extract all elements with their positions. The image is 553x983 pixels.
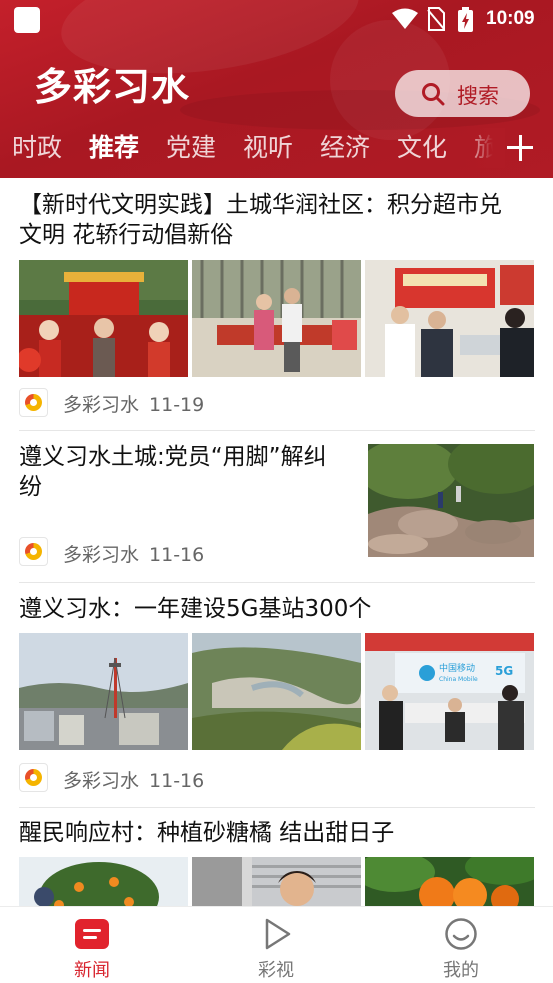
wifi-icon <box>392 8 418 29</box>
nav-profile-label: 我的 <box>443 960 479 981</box>
source-logo-icon <box>19 388 48 417</box>
source-logo-icon <box>19 763 48 792</box>
farmer-portrait-photo <box>192 857 361 906</box>
community-service-photo <box>365 260 534 377</box>
search-icon <box>422 83 445 106</box>
notification-app-icon <box>14 7 40 33</box>
river-rocks-photo <box>368 444 534 557</box>
oranges-photo <box>365 857 534 906</box>
tab-dangjian[interactable]: 党建 <box>166 128 216 164</box>
article-title-line: 醒民响应村：种植砂糖橘 结出甜日子 <box>19 820 395 846</box>
tab-jingji[interactable]: 经济 <box>320 128 370 164</box>
article-title-line: 遵义习水土城:党员“用脚”解纠 <box>19 444 327 470</box>
cell-tower-town-photo <box>19 633 188 750</box>
tab-tuijian[interactable]: 推荐 <box>89 128 139 164</box>
nav-news-label: 新闻 <box>74 960 110 981</box>
china-mobile-store-photo: 中国移动 China Mobile 5G <box>365 633 534 750</box>
china-mobile-sign-en: China Mobile <box>439 676 478 683</box>
news-article[interactable]: 醒民响应村：种植砂糖橘 结出甜日子 <box>0 808 553 906</box>
bottom-navigation: 新闻 彩视 我的 <box>0 906 553 983</box>
article-meta: 多彩习水 11-19 <box>63 390 204 417</box>
nav-video-label: 彩视 <box>258 960 294 981</box>
search-label: 搜索 <box>457 84 499 108</box>
article-date: 11-16 <box>149 770 205 792</box>
article-meta: 多彩习水 11-16 <box>63 540 204 567</box>
wedding-sedan-photo <box>19 260 188 377</box>
profile-icon <box>445 918 477 950</box>
citrus-tree-photo <box>19 857 188 906</box>
news-article[interactable]: 遵义习水：一年建设5G基站300个 中国移动 China Mobile 5G 多… <box>0 583 553 808</box>
article-date: 11-16 <box>149 544 205 566</box>
china-mobile-sign: 中国移动 <box>439 662 475 674</box>
app-header: 10:09 多彩习水 搜索 时政 推荐 党建 视听 经济 文化 旅 <box>0 0 553 178</box>
battery-charging-icon <box>458 7 473 32</box>
play-icon <box>265 918 291 950</box>
app-title: 多彩习水 <box>34 64 191 109</box>
article-title-line: 纷 <box>19 474 42 500</box>
nav-news[interactable]: 新闻 <box>42 907 142 983</box>
article-title-line: 【新时代文明实践】土城华润社区：积分超市兑 <box>19 192 502 218</box>
article-source: 多彩习水 <box>63 544 140 566</box>
tabs-fade <box>465 128 505 168</box>
source-logo-icon <box>19 537 48 566</box>
news-feed[interactable]: 【新时代文明实践】土城华润社区：积分超市兑 文明 花轿行动倡新俗 多彩习水 11… <box>0 178 553 906</box>
tab-wenhua[interactable]: 文化 <box>397 128 447 164</box>
mountain-valley-photo <box>192 633 361 750</box>
tab-shiting[interactable]: 视听 <box>243 128 293 164</box>
news-article[interactable]: 【新时代文明实践】土城华润社区：积分超市兑 文明 花轿行动倡新俗 多彩习水 11… <box>0 178 553 431</box>
no-sim-icon <box>427 7 445 31</box>
article-title-line: 遵义习水：一年建设5G基站300个 <box>19 596 372 622</box>
search-button[interactable]: 搜索 <box>395 70 530 117</box>
news-icon <box>75 919 109 949</box>
article-source: 多彩习水 <box>63 770 140 792</box>
add-channel-icon[interactable] <box>507 135 533 161</box>
nav-video[interactable]: 彩视 <box>226 907 326 983</box>
status-bar: 10:09 <box>0 0 553 40</box>
article-title-line: 文明 花轿行动倡新俗 <box>19 222 234 248</box>
five-g-sign: 5G <box>495 664 513 678</box>
channel-tabs: 时政 推荐 党建 视听 经济 文化 旅 <box>0 128 553 168</box>
nav-profile[interactable]: 我的 <box>411 907 511 983</box>
status-time: 10:09 <box>486 8 535 29</box>
article-meta: 多彩习水 11-16 <box>63 766 204 793</box>
article-date: 11-19 <box>149 394 205 416</box>
points-supermarket-photo <box>192 260 361 377</box>
tab-shizheng[interactable]: 时政 <box>12 128 62 164</box>
article-source: 多彩习水 <box>63 394 140 416</box>
news-article[interactable]: 遵义习水土城:党员“用脚”解纠 纷 多彩习水 11-16 <box>0 431 553 583</box>
